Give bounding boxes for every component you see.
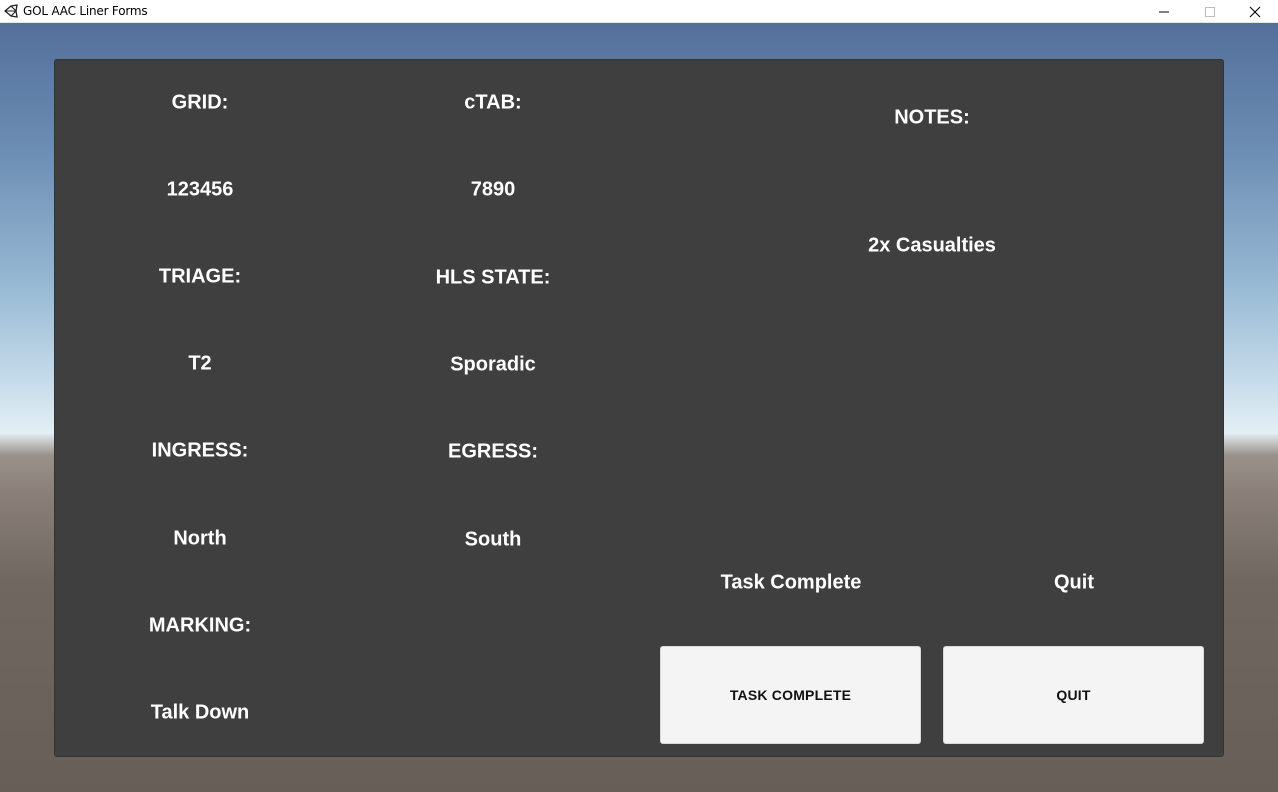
- window-title: GOL AAC Liner Forms: [23, 4, 148, 18]
- task-complete-button-label: TASK COMPLETE: [729, 687, 852, 703]
- grid-label: GRID:: [171, 91, 229, 114]
- maximize-button[interactable]: [1187, 0, 1233, 23]
- triage-value: T2: [188, 352, 212, 375]
- triage-label: TRIAGE:: [158, 265, 242, 288]
- ingress-label: INGRESS:: [151, 439, 249, 462]
- minimize-button[interactable]: [1141, 0, 1187, 23]
- hls-state-label: HLS STATE:: [435, 266, 551, 289]
- maximize-icon: [1205, 7, 1215, 17]
- hls-state-value: Sporadic: [450, 353, 536, 376]
- egress-value: South: [464, 528, 522, 551]
- task-complete-button[interactable]: TASK COMPLETE: [660, 646, 921, 744]
- task-complete-caption: Task Complete: [720, 571, 862, 594]
- window-title-bar[interactable]: GOL AAC Liner Forms: [0, 0, 1278, 23]
- close-button[interactable]: [1232, 0, 1278, 23]
- quit-button[interactable]: QUIT: [943, 646, 1204, 744]
- close-icon: [1249, 6, 1261, 18]
- unity-icon: [3, 4, 18, 18]
- minimize-icon: [1159, 11, 1169, 13]
- quit-caption: Quit: [1054, 571, 1094, 594]
- ctab-value: 7890: [470, 178, 516, 201]
- marking-label: MARKING:: [148, 614, 252, 637]
- liner-form-panel: GRID: 123456 TRIAGE: T2 INGRESS: North M…: [54, 59, 1224, 757]
- notes-label: NOTES:: [894, 106, 970, 129]
- marking-value: Talk Down: [150, 701, 250, 724]
- egress-label: EGRESS:: [447, 440, 539, 463]
- ingress-value: North: [173, 527, 227, 550]
- ctab-label: cTAB:: [464, 91, 522, 114]
- quit-button-label: QUIT: [1056, 687, 1091, 703]
- grid-value: 123456: [166, 178, 234, 201]
- notes-value: 2x Casualties: [868, 234, 996, 257]
